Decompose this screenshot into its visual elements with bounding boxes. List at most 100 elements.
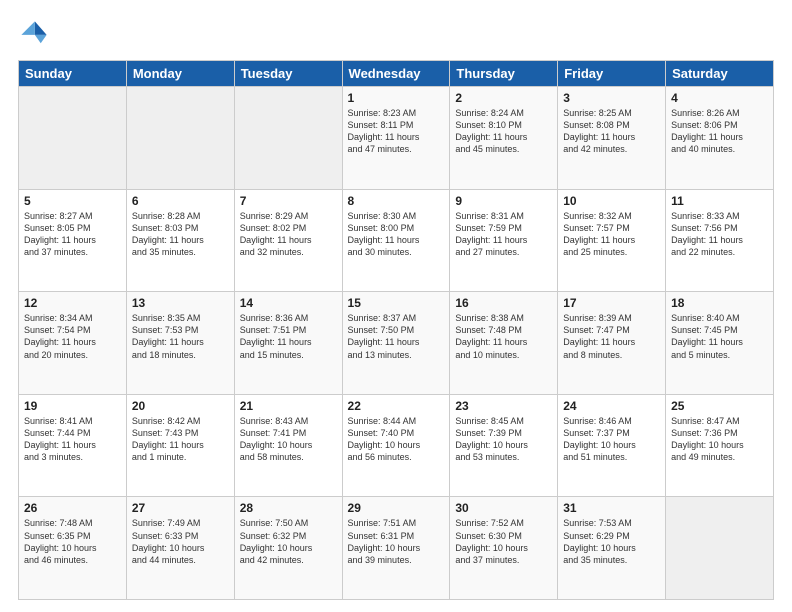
calendar-cell (126, 87, 234, 190)
calendar-cell: 18 Sunrise: 8:40 AM Sunset: 7:45 PM Dayli… (666, 292, 774, 395)
calendar-cell: 5 Sunrise: 8:27 AM Sunset: 8:05 PM Daylig… (19, 189, 127, 292)
weekday-header-wednesday: Wednesday (342, 61, 450, 87)
calendar-cell: 23 Sunrise: 8:45 AM Sunset: 7:39 PM Dayli… (450, 394, 558, 497)
calendar-cell: 28Sunrise: 7:50 AM Sunset: 6:32 PM Dayli… (234, 497, 342, 600)
day-number: 15 (348, 296, 445, 310)
calendar-cell: 13 Sunrise: 8:35 AM Sunset: 7:53 PM Dayli… (126, 292, 234, 395)
calendar-week-4: 19 Sunrise: 8:41 AM Sunset: 7:44 PM Dayli… (19, 394, 774, 497)
day-info: Sunrise: 8:46 AM Sunset: 7:37 PM Dayligh… (563, 415, 660, 464)
day-info: Sunrise: 8:40 AM Sunset: 7:45 PM Dayligh… (671, 312, 768, 361)
day-info: Sunrise: 8:30 AM Sunset: 8:00 PM Dayligh… (348, 210, 445, 259)
day-number: 2 (455, 91, 552, 105)
calendar-cell: 30Sunrise: 7:52 AM Sunset: 6:30 PM Dayli… (450, 497, 558, 600)
day-info: Sunrise: 8:25 AM Sunset: 8:08 PM Dayligh… (563, 107, 660, 156)
header (18, 18, 774, 50)
day-number: 25 (671, 399, 768, 413)
day-info: Sunrise: 8:39 AM Sunset: 7:47 PM Dayligh… (563, 312, 660, 361)
calendar-cell: 12 Sunrise: 8:34 AM Sunset: 7:54 PM Dayli… (19, 292, 127, 395)
day-number: 23 (455, 399, 552, 413)
calendar-cell: 1 Sunrise: 8:23 AM Sunset: 8:11 PM Daylig… (342, 87, 450, 190)
day-info: Sunrise: 8:24 AM Sunset: 8:10 PM Dayligh… (455, 107, 552, 156)
calendar-table: SundayMondayTuesdayWednesdayThursdayFrid… (18, 60, 774, 600)
day-info: Sunrise: 8:31 AM Sunset: 7:59 PM Dayligh… (455, 210, 552, 259)
day-number: 24 (563, 399, 660, 413)
day-number: 31 (563, 501, 660, 515)
day-info: Sunrise: 8:34 AM Sunset: 7:54 PM Dayligh… (24, 312, 121, 361)
day-number: 4 (671, 91, 768, 105)
weekday-header-monday: Monday (126, 61, 234, 87)
calendar-cell: 25 Sunrise: 8:47 AM Sunset: 7:36 PM Dayli… (666, 394, 774, 497)
weekday-header-thursday: Thursday (450, 61, 558, 87)
day-info: Sunrise: 8:28 AM Sunset: 8:03 PM Dayligh… (132, 210, 229, 259)
day-number: 29 (348, 501, 445, 515)
calendar-cell: 11 Sunrise: 8:33 AM Sunset: 7:56 PM Dayli… (666, 189, 774, 292)
day-info: Sunrise: 8:33 AM Sunset: 7:56 PM Dayligh… (671, 210, 768, 259)
weekday-header-row: SundayMondayTuesdayWednesdayThursdayFrid… (19, 61, 774, 87)
calendar-cell: 2 Sunrise: 8:24 AM Sunset: 8:10 PM Daylig… (450, 87, 558, 190)
day-info: Sunrise: 8:41 AM Sunset: 7:44 PM Dayligh… (24, 415, 121, 464)
day-info: Sunrise: 8:26 AM Sunset: 8:06 PM Dayligh… (671, 107, 768, 156)
calendar-cell: 24 Sunrise: 8:46 AM Sunset: 7:37 PM Dayli… (558, 394, 666, 497)
day-info: Sunrise: 8:29 AM Sunset: 8:02 PM Dayligh… (240, 210, 337, 259)
day-info: Sunrise: 7:51 AM Sunset: 6:31 PM Dayligh… (348, 517, 445, 566)
day-info: Sunrise: 8:36 AM Sunset: 7:51 PM Dayligh… (240, 312, 337, 361)
day-number: 11 (671, 194, 768, 208)
weekday-header-sunday: Sunday (19, 61, 127, 87)
calendar-cell: 3Sunrise: 8:25 AM Sunset: 8:08 PM Daylig… (558, 87, 666, 190)
day-info: Sunrise: 8:23 AM Sunset: 8:11 PM Dayligh… (348, 107, 445, 156)
day-info: Sunrise: 7:49 AM Sunset: 6:33 PM Dayligh… (132, 517, 229, 566)
day-number: 18 (671, 296, 768, 310)
calendar-cell: 15 Sunrise: 8:37 AM Sunset: 7:50 PM Dayli… (342, 292, 450, 395)
day-number: 14 (240, 296, 337, 310)
day-number: 21 (240, 399, 337, 413)
day-info: Sunrise: 8:45 AM Sunset: 7:39 PM Dayligh… (455, 415, 552, 464)
day-info: Sunrise: 8:44 AM Sunset: 7:40 PM Dayligh… (348, 415, 445, 464)
day-info: Sunrise: 7:53 AM Sunset: 6:29 PM Dayligh… (563, 517, 660, 566)
day-info: Sunrise: 8:35 AM Sunset: 7:53 PM Dayligh… (132, 312, 229, 361)
calendar-cell: 27 Sunrise: 7:49 AM Sunset: 6:33 PM Dayli… (126, 497, 234, 600)
weekday-header-saturday: Saturday (666, 61, 774, 87)
day-number: 22 (348, 399, 445, 413)
calendar-cell (666, 497, 774, 600)
calendar-cell: 14 Sunrise: 8:36 AM Sunset: 7:51 PM Dayli… (234, 292, 342, 395)
day-number: 10 (563, 194, 660, 208)
day-info: Sunrise: 8:43 AM Sunset: 7:41 PM Dayligh… (240, 415, 337, 464)
day-number: 9 (455, 194, 552, 208)
day-number: 5 (24, 194, 121, 208)
day-number: 20 (132, 399, 229, 413)
weekday-header-friday: Friday (558, 61, 666, 87)
calendar-week-1: 1 Sunrise: 8:23 AM Sunset: 8:11 PM Daylig… (19, 87, 774, 190)
day-number: 12 (24, 296, 121, 310)
day-number: 19 (24, 399, 121, 413)
day-number: 16 (455, 296, 552, 310)
logo-icon (18, 18, 50, 50)
logo (18, 18, 54, 50)
calendar-cell: 7 Sunrise: 8:29 AM Sunset: 8:02 PM Daylig… (234, 189, 342, 292)
day-info: Sunrise: 8:27 AM Sunset: 8:05 PM Dayligh… (24, 210, 121, 259)
day-number: 27 (132, 501, 229, 515)
day-number: 30 (455, 501, 552, 515)
calendar-cell: 9 Sunrise: 8:31 AM Sunset: 7:59 PM Daylig… (450, 189, 558, 292)
calendar-cell: 29 Sunrise: 7:51 AM Sunset: 6:31 PM Dayli… (342, 497, 450, 600)
day-number: 7 (240, 194, 337, 208)
calendar-cell: 31 Sunrise: 7:53 AM Sunset: 6:29 PM Dayli… (558, 497, 666, 600)
calendar-cell: 4 Sunrise: 8:26 AM Sunset: 8:06 PM Daylig… (666, 87, 774, 190)
calendar-cell: 6 Sunrise: 8:28 AM Sunset: 8:03 PM Daylig… (126, 189, 234, 292)
calendar-week-2: 5 Sunrise: 8:27 AM Sunset: 8:05 PM Daylig… (19, 189, 774, 292)
calendar-cell: 10 Sunrise: 8:32 AM Sunset: 7:57 PM Dayli… (558, 189, 666, 292)
day-info: Sunrise: 8:38 AM Sunset: 7:48 PM Dayligh… (455, 312, 552, 361)
day-number: 17 (563, 296, 660, 310)
calendar-cell: 21 Sunrise: 8:43 AM Sunset: 7:41 PM Dayli… (234, 394, 342, 497)
day-info: Sunrise: 8:47 AM Sunset: 7:36 PM Dayligh… (671, 415, 768, 464)
calendar-cell: 19 Sunrise: 8:41 AM Sunset: 7:44 PM Dayli… (19, 394, 127, 497)
day-info: Sunrise: 8:32 AM Sunset: 7:57 PM Dayligh… (563, 210, 660, 259)
calendar-cell: 26Sunrise: 7:48 AM Sunset: 6:35 PM Dayli… (19, 497, 127, 600)
day-number: 1 (348, 91, 445, 105)
weekday-header-tuesday: Tuesday (234, 61, 342, 87)
day-info: Sunrise: 8:37 AM Sunset: 7:50 PM Dayligh… (348, 312, 445, 361)
day-info: Sunrise: 8:42 AM Sunset: 7:43 PM Dayligh… (132, 415, 229, 464)
day-number: 6 (132, 194, 229, 208)
day-info: Sunrise: 7:48 AM Sunset: 6:35 PM Dayligh… (24, 517, 121, 566)
day-number: 13 (132, 296, 229, 310)
day-info: Sunrise: 7:50 AM Sunset: 6:32 PM Dayligh… (240, 517, 337, 566)
